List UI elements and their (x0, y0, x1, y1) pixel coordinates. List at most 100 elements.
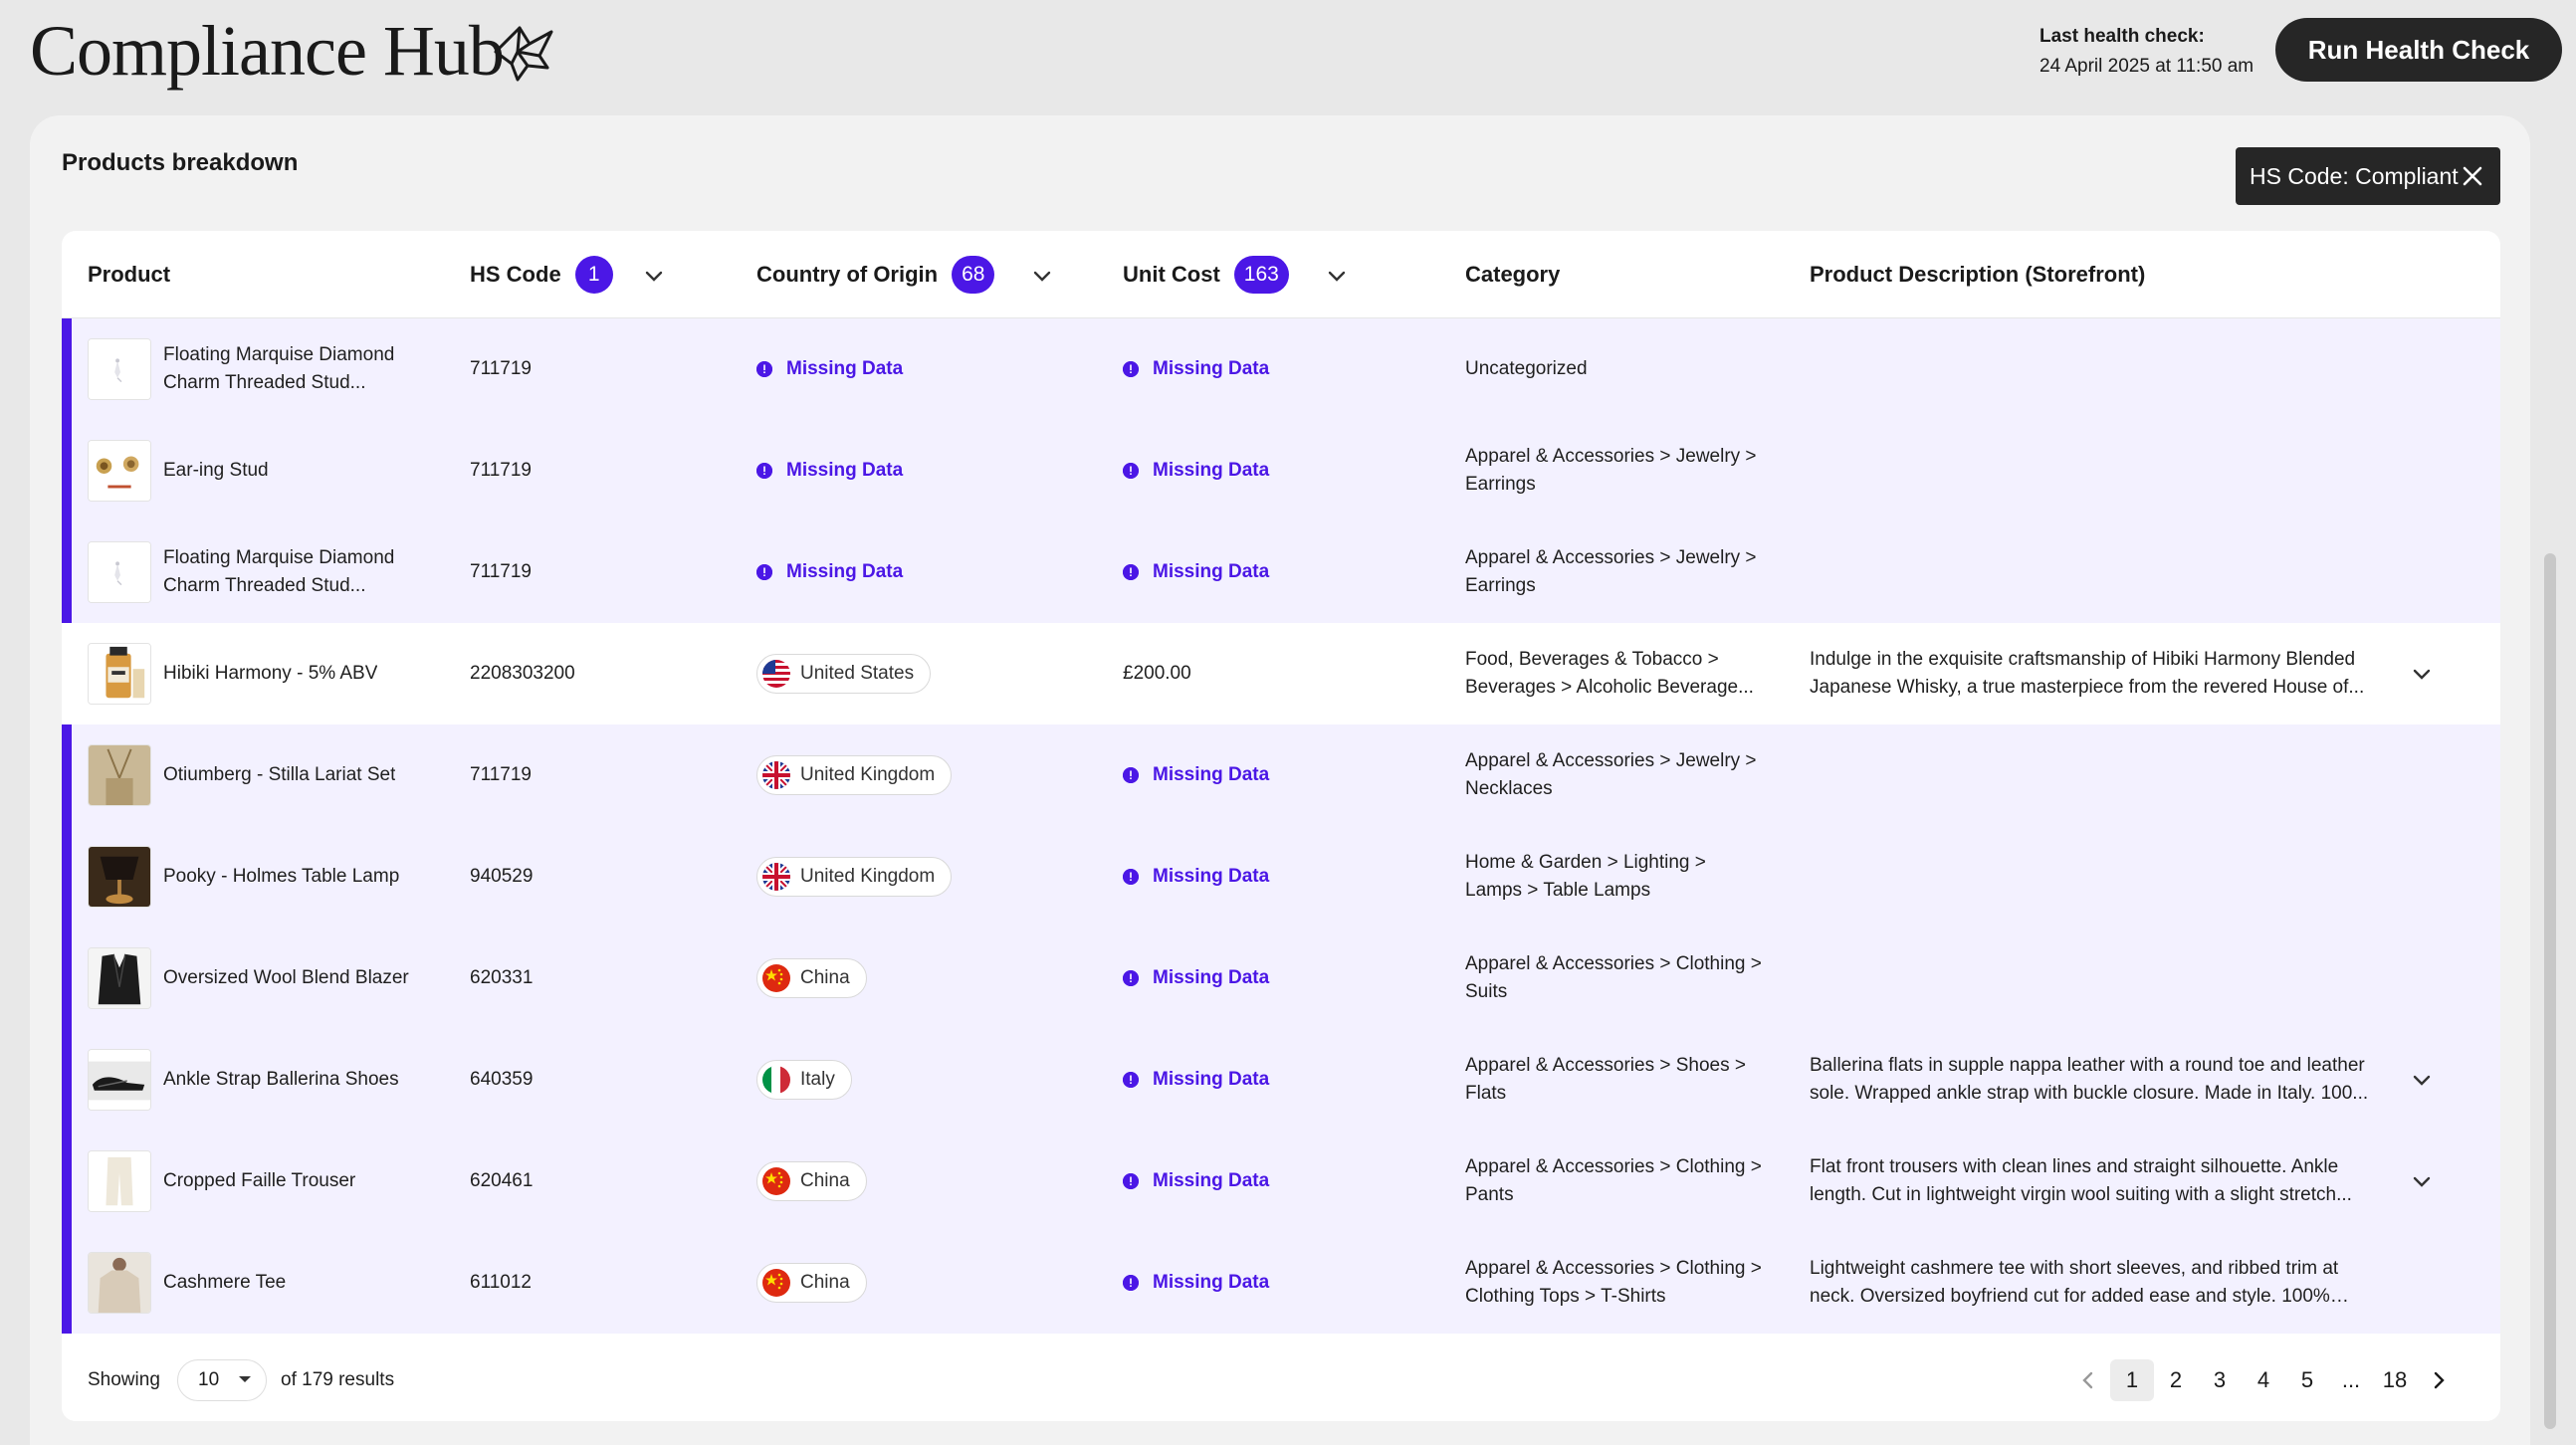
unit-cost-cell: Missing Data (1123, 318, 1269, 420)
category: Apparel & Accessories > Jewelry > Earrin… (1465, 446, 1757, 495)
chevron-down-icon[interactable] (1029, 263, 1055, 289)
table-row[interactable]: Cashmere Tee 611012 China Missing Data Appar… (62, 1232, 2500, 1334)
country-cell: Missing Data (756, 420, 903, 521)
table-row[interactable]: Floating Marquise Diamond Charm Threaded… (62, 521, 2500, 623)
flag-cn-icon (762, 964, 790, 992)
column-header-country[interactable]: Country of Origin 68 (756, 231, 995, 318)
product-name[interactable]: Cashmere Tee (163, 1232, 432, 1334)
scrollbar[interactable] (2540, 115, 2560, 1445)
flag-cn-icon (762, 1269, 790, 1297)
unit-cost-cell: Missing Data (1123, 826, 1269, 928)
alert-icon (1123, 361, 1139, 377)
panel-title: Products breakdown (62, 149, 299, 176)
product-name[interactable]: Oversized Wool Blend Blazer (163, 928, 432, 1029)
product-thumbnail (88, 643, 151, 705)
unit-cost-cell: Missing Data (1123, 521, 1269, 623)
page-size-select[interactable]: 10 (177, 1359, 267, 1401)
active-filter-chip[interactable]: HS Code: Compliant (2236, 147, 2500, 205)
missing-data-flag: Missing Data (1123, 558, 1269, 586)
product-name[interactable]: Cropped Faille Trouser (163, 1131, 432, 1232)
category: Apparel & Accessories > Clothing > Cloth… (1465, 1258, 1762, 1307)
product-name[interactable]: Pooky - Holmes Table Lamp (163, 826, 432, 928)
pagination: 1 2 3 4 5... 18 (2066, 1359, 2461, 1401)
product-name[interactable]: Ankle Strap Ballerina Shoes (163, 1029, 432, 1131)
alert-icon (1123, 1072, 1139, 1088)
table-header: Product HS Code 1 Country of Origin 68 Uni… (62, 231, 2500, 318)
page-button[interactable]: 3 (2198, 1359, 2242, 1401)
table-row[interactable]: Otiumberg - Stilla Lariat Set 711719 Unite… (62, 724, 2500, 826)
category: Apparel & Accessories > Clothing > Suits (1465, 953, 1762, 1002)
chevron-down-icon[interactable] (1324, 263, 1350, 289)
row-flag-indicator (62, 1131, 72, 1232)
column-header-hs-code[interactable]: HS Code 1 (470, 231, 613, 318)
missing-data-flag: Missing Data (1123, 355, 1269, 383)
chevron-down-icon[interactable] (2409, 1168, 2435, 1194)
product-thumbnail (88, 1252, 151, 1314)
product-description: Lightweight cashmere tee with short slee… (1810, 1258, 2339, 1307)
scrollbar-thumb[interactable] (2544, 553, 2556, 1429)
table-row[interactable]: Oversized Wool Blend Blazer 620331 China Mi… (62, 928, 2500, 1029)
last-health-check: Last health check: 24 April 2025 at 11:5… (2039, 22, 2254, 82)
page-button[interactable]: 2 (2154, 1359, 2198, 1401)
table-row[interactable]: Pooky - Holmes Table Lamp 940529 United Ki… (62, 826, 2500, 928)
alert-icon (1123, 1275, 1139, 1291)
top-bar: Compliance Hub Last health check: 24 Apr… (0, 0, 2576, 115)
chevron-down-icon[interactable] (641, 263, 667, 289)
product-name[interactable]: Floating Marquise Diamond Charm Threaded… (163, 318, 432, 420)
column-header-description: Product Description (Storefront) (1810, 262, 2146, 287)
product-thumbnail (88, 1049, 151, 1111)
flag-it-icon (762, 1066, 790, 1094)
alert-icon (756, 564, 772, 580)
results-count: of 179 results (281, 1369, 395, 1390)
hs-code: 711719 (470, 358, 532, 379)
product-description: Ballerina flats in supple nappa leather … (1810, 1055, 2369, 1104)
unit-cost-cell: Missing Data (1123, 928, 1269, 1029)
hs-code: 620461 (470, 1170, 534, 1191)
close-icon[interactable] (2461, 164, 2484, 188)
next-page-button[interactable] (2417, 1359, 2461, 1401)
flag-uk-icon (762, 761, 790, 789)
product-name[interactable]: Ear-ing Stud (163, 420, 432, 521)
page-button: ... (2341, 1367, 2361, 1392)
showing-label: Showing (88, 1369, 160, 1390)
count-badge: 68 (952, 256, 995, 294)
page-button[interactable]: 1 (2110, 1359, 2154, 1401)
country-cell: Missing Data (756, 521, 903, 623)
country-cell: United States (756, 623, 932, 724)
table-row[interactable]: Hibiki Harmony - 5% ABV 2208303200 United … (62, 623, 2500, 724)
chevron-down-icon[interactable] (2409, 661, 2435, 687)
product-description: Flat front trousers with clean lines and… (1810, 1156, 2352, 1205)
product-thumbnail (88, 744, 151, 806)
table-row[interactable]: Cropped Faille Trouser 620461 China Missing… (62, 1131, 2500, 1232)
country-pill: China (756, 1263, 867, 1303)
table-row[interactable]: Ear-ing Stud 711719 Missing Data Missing Da… (62, 420, 2500, 521)
product-name[interactable]: Floating Marquise Diamond Charm Threaded… (163, 521, 432, 623)
run-health-check-button[interactable]: Run Health Check (2275, 18, 2562, 82)
caret-down-icon (239, 1376, 251, 1382)
country-cell: United Kingdom (756, 826, 953, 928)
unit-cost-cell: Missing Data (1123, 1029, 1269, 1131)
table-row[interactable]: Ankle Strap Ballerina Shoes 640359 Italy Mi… (62, 1029, 2500, 1131)
prev-page-button[interactable] (2066, 1359, 2110, 1401)
row-flag-indicator (62, 1232, 72, 1334)
country-pill: Italy (756, 1060, 852, 1100)
row-flag-indicator (62, 521, 72, 623)
product-name[interactable]: Otiumberg - Stilla Lariat Set (163, 724, 432, 826)
hs-code: 711719 (470, 460, 532, 481)
hs-code: 711719 (470, 764, 532, 785)
hs-code: 711719 (470, 561, 532, 582)
row-flag-indicator (62, 826, 72, 928)
country-cell: China (756, 928, 867, 1029)
chevron-down-icon[interactable] (2409, 1067, 2435, 1093)
page-button[interactable]: 5 (2285, 1359, 2329, 1401)
column-header-unit-cost[interactable]: Unit Cost 163 (1123, 231, 1289, 318)
product-thumbnail (88, 440, 151, 502)
last-check-label: Last health check: (2039, 26, 2205, 47)
product-name[interactable]: Hibiki Harmony - 5% ABV (163, 623, 432, 724)
page-button[interactable]: 4 (2242, 1359, 2285, 1401)
country-cell: China (756, 1131, 867, 1232)
category: Home & Garden > Lighting > Lamps > Table… (1465, 852, 1706, 901)
alert-icon (1123, 463, 1139, 479)
table-row[interactable]: Floating Marquise Diamond Charm Threaded… (62, 318, 2500, 420)
page-button[interactable]: 18 (2373, 1359, 2417, 1401)
